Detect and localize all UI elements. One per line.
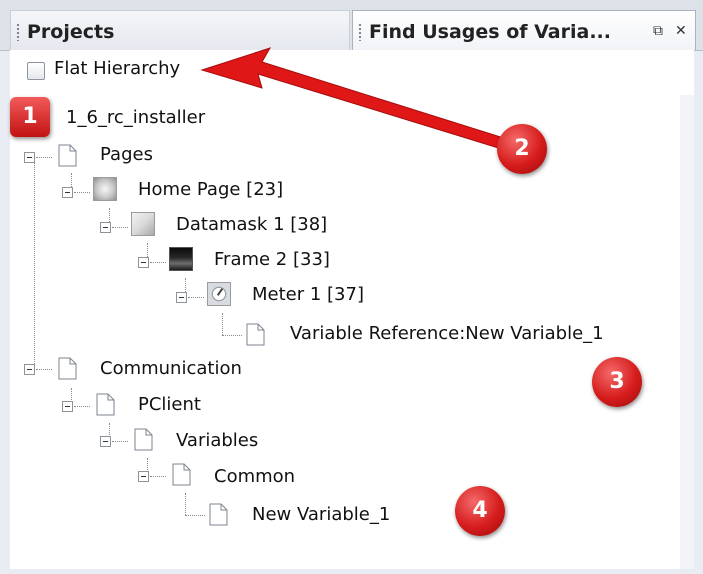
annotation-badge-3: 3	[592, 357, 642, 407]
annotation-badge-4: 4	[455, 486, 505, 536]
annotation-badge-2: 2	[497, 124, 547, 174]
annotation-badge-1: 1	[10, 97, 50, 137]
find-usages-window: Projects Find Usages of Varia... ⧉ ✕ Fla…	[0, 0, 703, 574]
annotation-arrow	[200, 47, 511, 151]
